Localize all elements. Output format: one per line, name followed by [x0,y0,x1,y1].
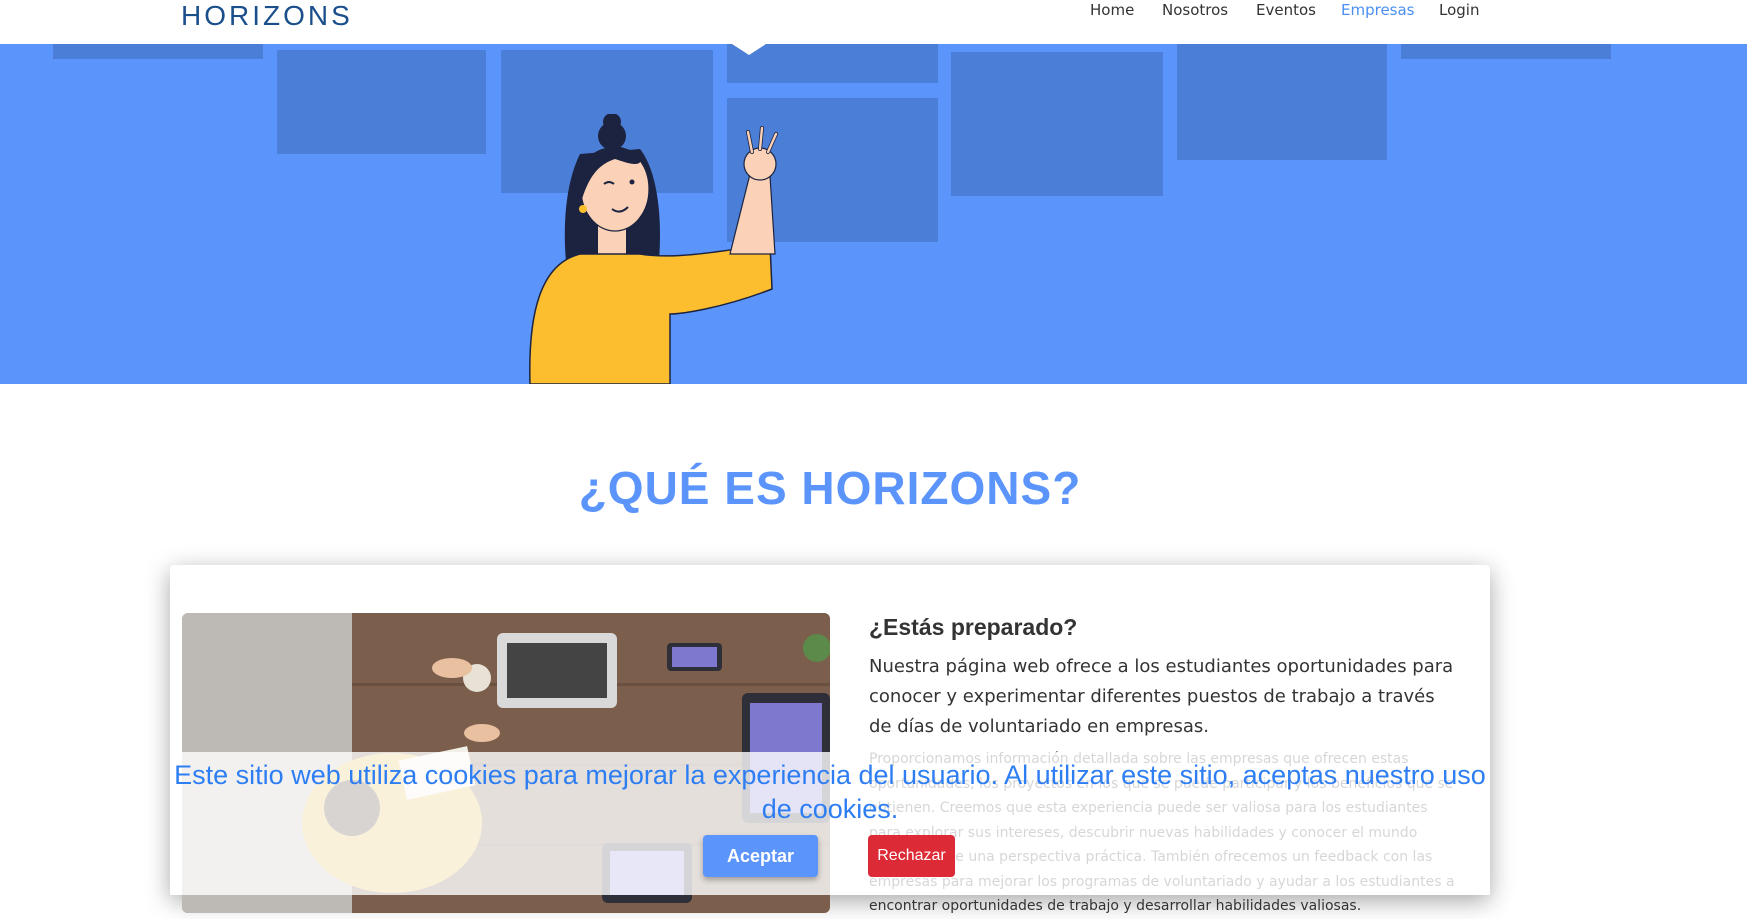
nav-link-login[interactable]: Login [1439,0,1479,20]
hero-tile [1401,44,1611,59]
navbar: HORIZONS Home Nosotros Eventos Empresas … [0,0,1747,44]
nav-caret [732,44,766,55]
section-title: ¿QUÉ ES HORIZONS? [578,461,1082,514]
nav-link-nosotros[interactable]: Nosotros [1162,0,1228,20]
hero-tile [53,44,263,59]
card-lead-text: Nuestra página web ofrece a los estudian… [869,656,1454,737]
nav-link-eventos[interactable]: Eventos [1256,0,1316,20]
reject-cookies-button[interactable]: Rechazar [868,835,955,877]
nav-link-home[interactable]: Home [1090,0,1134,20]
card-heading: ¿Estás preparado? [869,614,1078,641]
hero-tile [951,52,1163,196]
cookie-message: Este sitio web utiliza cookies para mejo… [174,760,1486,824]
nav-link-empresas[interactable]: Empresas [1341,0,1415,20]
woman-ok-gesture-illustration [529,114,778,384]
hero-tile [277,50,486,154]
hero-banner [0,44,1747,384]
accept-cookies-button[interactable]: Aceptar [703,835,818,877]
cookie-banner: Este sitio web utiliza cookies para mejo… [170,752,1490,895]
hero-tile [1177,44,1387,160]
brand-logo[interactable]: HORIZONS [181,0,353,32]
